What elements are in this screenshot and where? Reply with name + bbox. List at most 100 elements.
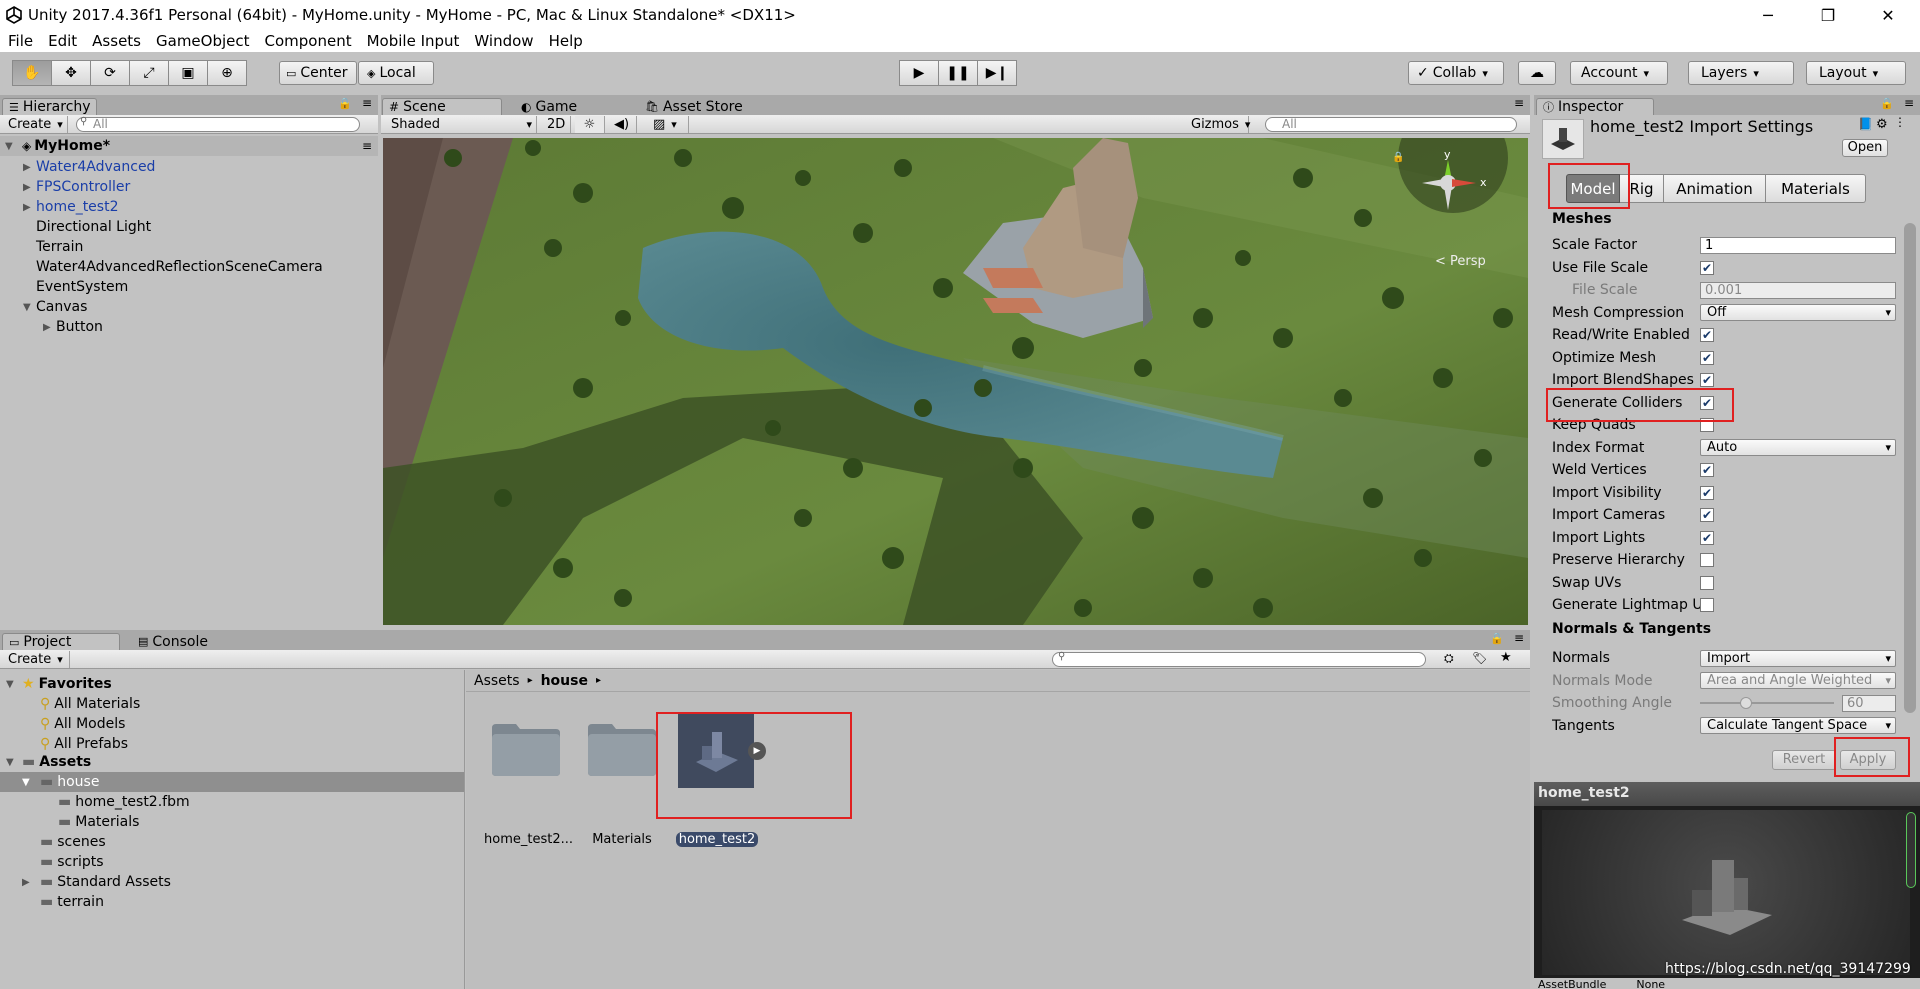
minimize-button[interactable]: ─ [1740, 0, 1796, 30]
smoothing-slider[interactable]: 60 [1700, 694, 1896, 712]
folder-icon[interactable] [490, 720, 562, 778]
setting-checkbox[interactable]: ✔ [1700, 530, 1714, 545]
setting-field[interactable]: 0.001 [1700, 281, 1896, 299]
scene-search-input[interactable]: All [1265, 117, 1517, 132]
panel-menu-icon[interactable]: ≡ [362, 96, 372, 110]
breadcrumb-house[interactable]: house [541, 673, 588, 689]
pause-button[interactable]: ❚❚ [938, 60, 978, 86]
hierarchy-item[interactable]: Directional Light [0, 217, 378, 237]
tab-console[interactable]: ▤ Console [132, 633, 232, 650]
asset-folder-item[interactable]: ▬ scripts [0, 852, 464, 872]
lock-icon[interactable]: 🔒 [338, 97, 352, 110]
preview-slider[interactable] [1906, 812, 1916, 888]
tab-scene[interactable]: # Scene [382, 98, 502, 115]
project-search-input[interactable] [1052, 652, 1426, 667]
tab-inspector[interactable]: ⓘ Inspector [1536, 98, 1654, 115]
preview-header[interactable]: home_test2 [1534, 782, 1920, 806]
menu-gameobject[interactable]: GameObject [156, 32, 250, 50]
setting-checkbox[interactable]: ✔ [1700, 485, 1714, 500]
hierarchy-item[interactable]: ▶ Button [0, 317, 378, 337]
move-tool-button[interactable]: ✥ [51, 60, 91, 86]
setting-dropdown[interactable]: Import [1700, 649, 1896, 667]
hand-tool-button[interactable]: ✋ [12, 60, 52, 86]
setting-checkbox[interactable]: ✔ [1700, 508, 1714, 522]
asset-folder-item[interactable]: ▬ scenes [0, 832, 464, 852]
asset-folder-item[interactable]: ▬ home_test2.fbm [0, 792, 464, 812]
favorite-item[interactable]: ⚲ All Models [0, 714, 464, 734]
hierarchy-item[interactable]: ▶ FPSController [0, 177, 378, 197]
tab-materials[interactable]: Materials [1766, 174, 1866, 203]
tab-animation[interactable]: Animation [1664, 174, 1766, 203]
pivot-center-button[interactable]: ▭ Center [279, 61, 357, 85]
collapsed-arrow-icon[interactable]: ▶ [23, 162, 31, 173]
scene-menu-icon[interactable]: ≡ [362, 139, 372, 153]
play-button[interactable]: ▶ [899, 60, 939, 86]
slider-thumb[interactable] [1740, 697, 1752, 709]
setting-checkbox[interactable]: ✔ [1700, 350, 1714, 365]
more-dots-icon[interactable]: ⋮ [1894, 115, 1906, 129]
close-button[interactable]: ✕ [1860, 0, 1916, 30]
restore-button[interactable]: ❐ [1800, 0, 1856, 30]
menu-mobile-input[interactable]: Mobile Input [367, 32, 460, 50]
asset-folder-item[interactable]: ▶ ▬ Standard Assets [0, 872, 464, 892]
collapsed-arrow-icon[interactable]: ▶ [43, 322, 51, 333]
layers-dropdown[interactable]: Layers [1688, 61, 1794, 85]
setting-checkbox[interactable] [1700, 598, 1714, 612]
menu-component[interactable]: Component [265, 32, 352, 50]
hierarchy-item[interactable]: Terrain [0, 237, 378, 257]
scene-viewport[interactable]: y x 🔒 < Persp [383, 138, 1528, 625]
scene-orientation-gizmo[interactable]: y x 🔒 [1392, 148, 1508, 228]
setting-checkbox[interactable]: ✔ [1700, 260, 1714, 275]
hierarchy-item[interactable]: ▶ Water4Advanced [0, 157, 378, 177]
tab-game[interactable]: ◐ Game [515, 98, 615, 115]
collapsed-arrow-icon[interactable]: ▶ [22, 877, 30, 888]
effects-dropdown[interactable]: ▨ [649, 116, 689, 133]
inspector-menu-icon[interactable]: ≡ [1904, 96, 1914, 110]
setting-dropdown[interactable]: Area and Angle Weighted [1700, 672, 1896, 689]
account-dropdown[interactable]: Account [1570, 61, 1668, 85]
project-create-dropdown[interactable]: Create [4, 651, 70, 668]
lighting-toggle[interactable]: ☼ [575, 116, 605, 133]
cloud-button[interactable]: ☁ [1518, 61, 1556, 85]
tab-asset-store[interactable]: 🛍 Asset Store [639, 98, 769, 115]
scene-panel-menu-icon[interactable]: ≡ [1514, 96, 1524, 110]
tab-hierarchy[interactable]: ☰ Hierarchy [2, 98, 97, 115]
revert-button[interactable]: Revert [1772, 750, 1836, 770]
menu-edit[interactable]: Edit [48, 32, 77, 50]
asset-folder-item[interactable]: ▼ ▬ house [0, 772, 464, 792]
rotate-tool-button[interactable]: ⟳ [90, 60, 130, 86]
filter-type-icon[interactable]: ⛭ [1444, 651, 1454, 666]
rect-tool-button[interactable]: ▣ [168, 60, 208, 86]
hierarchy-item[interactable]: ▶ home_test2 [0, 197, 378, 217]
setting-checkbox[interactable] [1700, 553, 1714, 567]
filter-label-icon[interactable]: 🏷 [1472, 651, 1487, 665]
help-book-icon[interactable]: 📘 [1858, 117, 1873, 131]
hierarchy-create-dropdown[interactable]: Create [4, 116, 68, 133]
assets-root-row[interactable]: ▼ ▬ Assets [0, 752, 464, 772]
asset-folder-item[interactable]: ▬ terrain [0, 892, 464, 912]
setting-checkbox[interactable]: ✔ [1700, 463, 1714, 477]
menu-assets[interactable]: Assets [92, 32, 141, 50]
settings-gear-icon[interactable]: ⚙ [1876, 117, 1888, 132]
asset-folder-item[interactable]: ▬ Materials [0, 812, 464, 832]
setting-dropdown[interactable]: Auto [1700, 439, 1896, 456]
setting-dropdown[interactable]: Off [1700, 304, 1896, 321]
favorite-star-icon[interactable]: ★ [1500, 650, 1512, 665]
layout-dropdown[interactable]: Layout [1806, 61, 1906, 85]
gizmos-dropdown[interactable]: Gizmos [1187, 116, 1249, 133]
breadcrumb-assets[interactable]: Assets [474, 673, 520, 689]
favorite-item[interactable]: ⚲ All Prefabs [0, 734, 464, 754]
favorite-item[interactable]: ⚲ All Materials [0, 694, 464, 714]
folder-icon[interactable] [586, 720, 658, 778]
collapsed-arrow-icon[interactable]: ▶ [23, 202, 31, 213]
collapsed-arrow-icon[interactable]: ▶ [23, 182, 31, 193]
setting-checkbox[interactable]: ✔ [1700, 373, 1714, 387]
scene-root-row[interactable]: ▼ ◈ MyHome* ≡ [0, 136, 378, 156]
hierarchy-item[interactable]: Water4AdvancedReflectionSceneCamera [0, 257, 378, 277]
expanded-arrow-icon[interactable]: ▼ [22, 777, 30, 788]
setting-checkbox[interactable] [1700, 575, 1714, 590]
step-button[interactable]: ▶❙ [977, 60, 1017, 86]
expanded-arrow-icon[interactable]: ▼ [23, 302, 31, 313]
toggle-2d-button[interactable]: 2D [543, 116, 571, 133]
menu-help[interactable]: Help [549, 32, 583, 50]
